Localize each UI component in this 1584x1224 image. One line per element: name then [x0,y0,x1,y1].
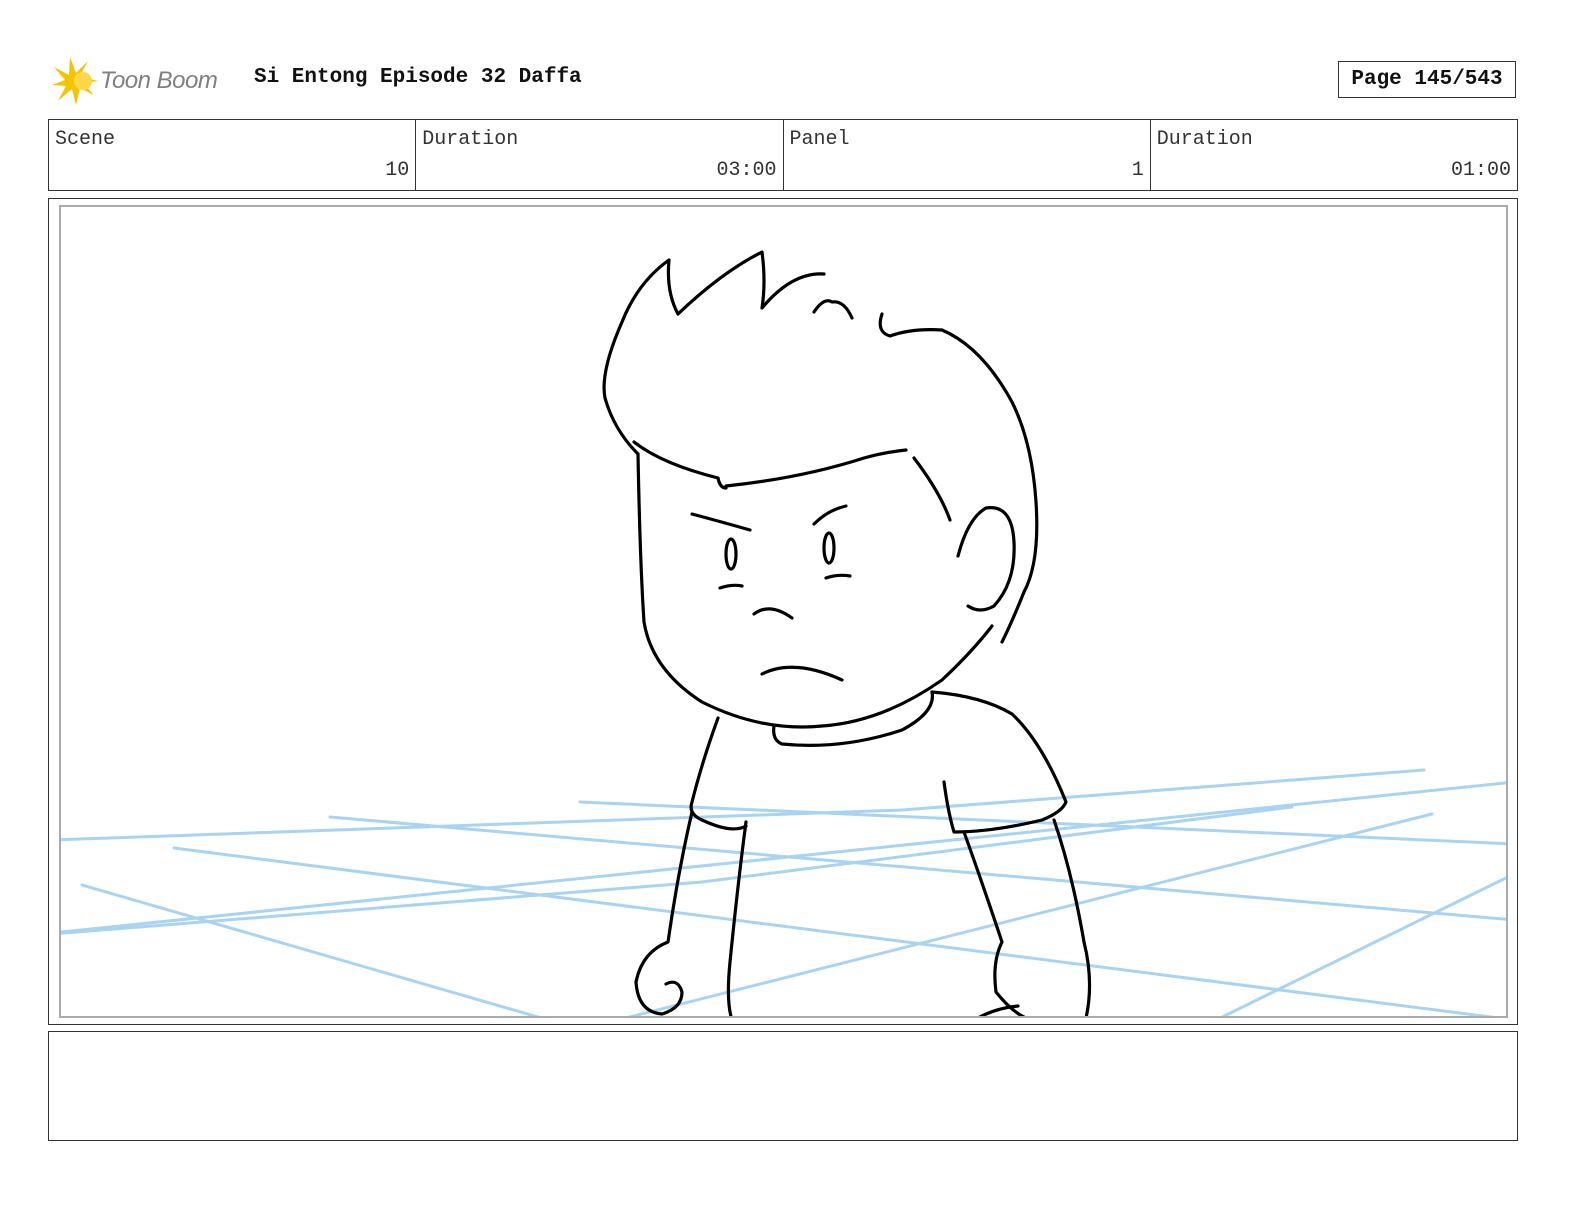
character-outline [602,250,1092,1016]
starburst-icon [52,57,98,105]
scene-cell: Scene 10 [49,120,417,190]
storyboard-panel [59,205,1508,1018]
toon-boom-logo: Toon Boom [50,55,240,107]
logo-text: Toon Boom [100,67,218,94]
panel-label: Panel [789,128,850,151]
panel-duration-value: 01:00 [1450,159,1511,182]
panel-duration-label: Duration [1156,128,1253,151]
character-sketch [61,250,1506,1016]
panel-info-row: Scene 10 Duration 03:00 Panel 1 Duration… [48,119,1518,191]
scene-label: Scene [55,128,116,151]
scene-duration-cell: Duration 03:00 [416,120,784,190]
page-indicator: Page 145/543 [1338,61,1516,98]
perspective-lines [61,768,1506,1016]
document-title: Si Entong Episode 32 Daffa [254,66,582,89]
panel-value: 1 [1131,159,1144,182]
scene-duration-label: Duration [422,128,519,151]
panel-cell: Panel 1 [784,120,1151,190]
panel-notes-box [48,1031,1518,1141]
panel-duration-cell: Duration 01:00 [1151,120,1517,190]
scene-duration-value: 03:00 [716,159,777,182]
scene-value: 10 [385,159,410,182]
